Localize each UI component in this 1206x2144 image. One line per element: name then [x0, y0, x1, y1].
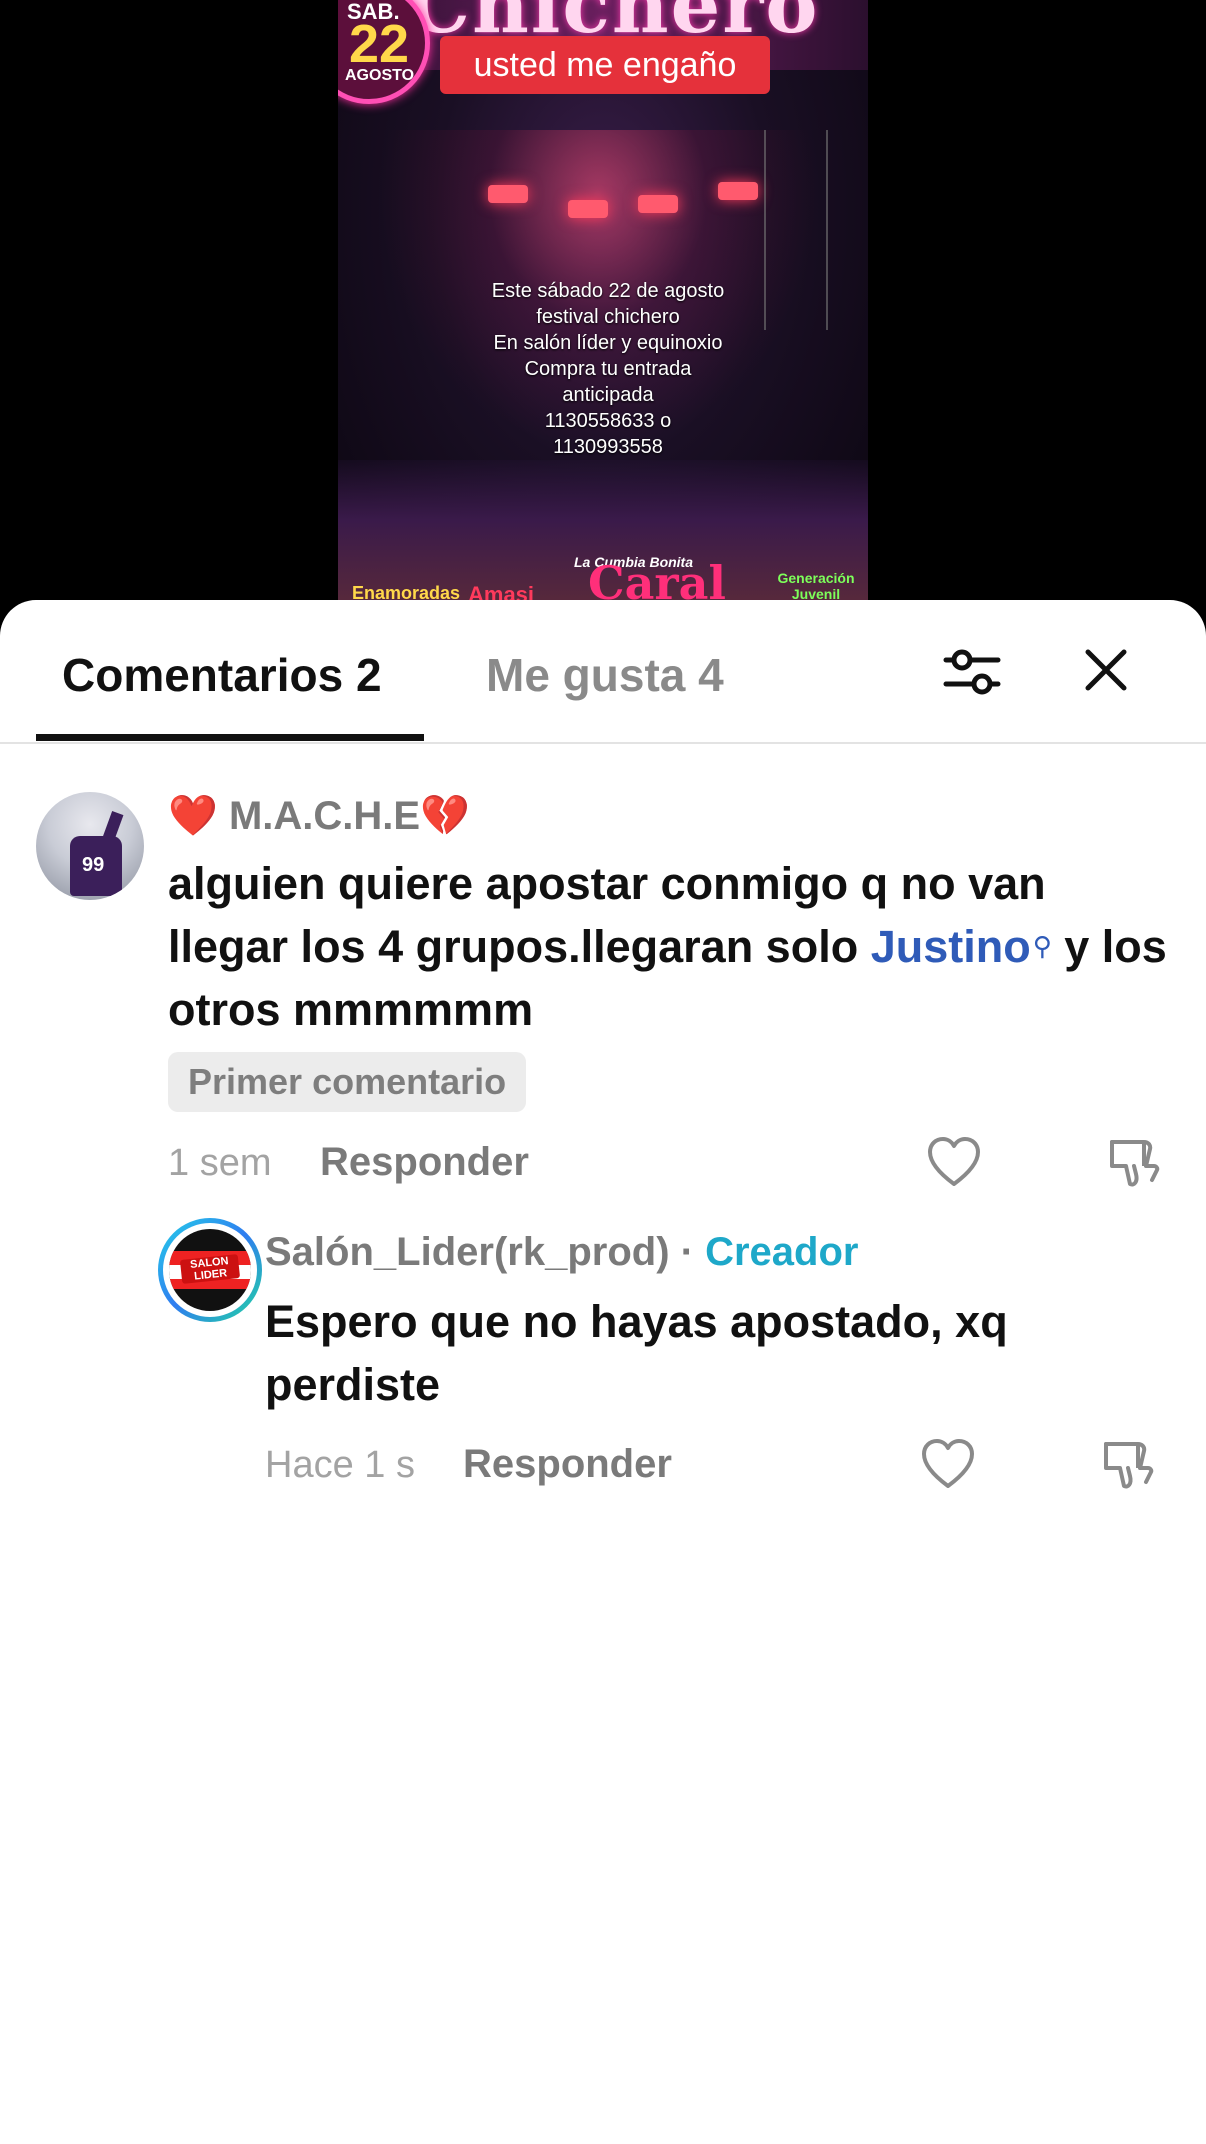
tab-comments[interactable]: Comentarios 2 — [62, 648, 382, 702]
avatar-jersey-number: 99 — [82, 854, 105, 876]
separator-dot: · — [669, 1230, 706, 1274]
poster-title-art: Chichero — [408, 0, 828, 51]
thumbs-down-icon[interactable] — [1104, 1134, 1162, 1192]
poster-date-badge: SAB. 22 AGOSTO — [338, 0, 430, 104]
poster-line: En salón líder y equinoxio — [493, 332, 723, 354]
creator-badge: Creador — [705, 1230, 859, 1274]
stage-light — [568, 200, 608, 218]
search-icon[interactable]: ⚲ — [1033, 915, 1052, 978]
tab-likes[interactable]: Me gusta 4 — [486, 648, 724, 702]
active-tab-indicator — [36, 734, 424, 741]
reply-username[interactable]: Salón_Lider(rk_prod) · Creador — [265, 1230, 858, 1275]
avatar-image: SALON LIDER — [169, 1229, 251, 1311]
username-text: M.A.C.H.E — [228, 794, 421, 838]
broken-heart-emoji: 💔 — [420, 794, 470, 838]
close-icon[interactable] — [1076, 640, 1136, 700]
stage-truss — [764, 130, 828, 330]
avatar[interactable]: 99 — [36, 792, 144, 900]
first-comment-badge: Primer comentario — [168, 1052, 527, 1112]
heart-outline-icon[interactable] — [919, 1436, 977, 1494]
poster-line: 1130558633 o — [544, 410, 672, 432]
sheet-tabs: Comentarios 2 Me gusta 4 — [0, 600, 1206, 744]
reply-timestamp: Hace 1 s — [265, 1444, 415, 1486]
video-poster: Chichero SAB. 22 AGOSTO usted me engaño … — [338, 0, 868, 610]
date-badge-month: AGOSTO — [345, 67, 415, 84]
heart-outline-icon[interactable] — [925, 1134, 983, 1192]
thumbs-down-icon[interactable] — [1098, 1436, 1156, 1494]
stage-light — [488, 185, 528, 203]
poster-line: 1130993558 — [553, 436, 663, 458]
poster-line: anticipada — [562, 384, 654, 406]
date-badge-day: 22 — [349, 14, 410, 74]
poster-line: Este sábado 22 de agosto — [491, 280, 725, 302]
stage-light — [638, 195, 678, 213]
comment-timestamp: 1 sem — [168, 1142, 272, 1184]
poster-band-photos: Enamoradas Amasi La Cumbia Bonita Caral … — [338, 460, 868, 610]
reply-button[interactable]: Responder — [463, 1442, 672, 1487]
comment-username[interactable]: ❤️ M.A.C.H.E💔 — [168, 792, 470, 839]
poster-info-text: Este sábado 22 de agosto festival chiche… — [458, 278, 758, 460]
stage-light — [718, 182, 758, 200]
comments-sheet: Comentarios 2 Me gusta 4 99 ❤️ M.A.C.H.E… — [0, 600, 1206, 2144]
poster-line: festival chichero — [536, 306, 680, 328]
avatar[interactable]: SALON LIDER — [158, 1218, 262, 1322]
video-player[interactable]: Chichero SAB. 22 AGOSTO usted me engaño … — [0, 0, 1206, 610]
mention-link[interactable]: Justino — [871, 921, 1031, 972]
heart-emoji: ❤️ — [168, 794, 218, 838]
username-text: Salón_Lider(rk_prod) — [265, 1230, 670, 1274]
band-logo: Generación Juvenil — [777, 570, 855, 602]
poster-line: Compra tu entrada — [524, 358, 692, 380]
reply-text: Espero que no hayas apostado, xq perdist… — [265, 1296, 1008, 1410]
comment-text: alguien quiere apostar conmigo q no van … — [168, 852, 1178, 1041]
poster-banner: usted me engaño — [440, 36, 770, 94]
reply-button[interactable]: Responder — [320, 1140, 529, 1185]
sliders-icon[interactable] — [940, 640, 1004, 704]
